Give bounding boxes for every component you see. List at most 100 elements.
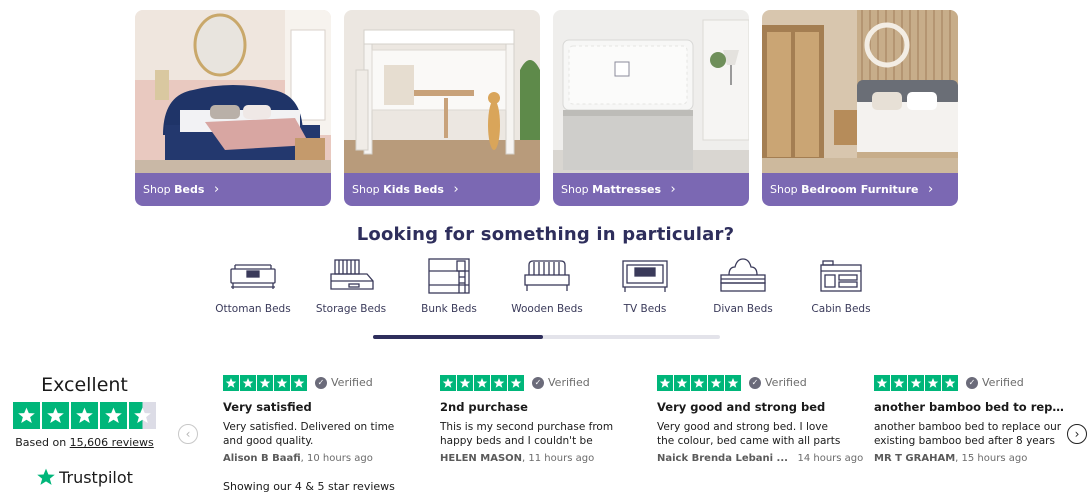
wooden-bed-icon: [524, 260, 570, 291]
star-icon: [474, 374, 490, 391]
based-on-text: Based on 15,606 reviews: [12, 436, 157, 449]
ottoman-bed-icon: [230, 264, 276, 289]
review-author: HELEN MASON: [440, 453, 523, 464]
shop-prefix: Shop: [143, 183, 171, 196]
previous-reviews-button[interactable]: ‹: [178, 424, 198, 444]
star-icon: [942, 374, 958, 391]
trustpilot-brand: Trustpilot: [59, 467, 133, 487]
cabin-bed-icon: [820, 260, 862, 292]
category-name: Kids Beds: [383, 183, 444, 196]
star-icon: [223, 374, 239, 391]
chevron-right-icon: ›: [213, 182, 220, 197]
verified-label: Verified: [982, 376, 1024, 389]
shop-mattresses-link[interactable]: Shop Mattresses ›: [553, 173, 749, 206]
category-cards: Shop Beds › Shop Kids Beds › Shop Mattre…: [135, 10, 958, 206]
showing-reviews-note: Showing our 4 & 5 star reviews: [223, 480, 395, 493]
bed-type-label: TV Beds: [623, 303, 667, 315]
shop-beds-link[interactable]: Shop Beds ›: [135, 173, 331, 206]
chevron-right-icon: ›: [453, 182, 459, 197]
shop-bedroom-furniture-link[interactable]: Shop Bedroom Furniture ›: [762, 173, 958, 206]
star-icon: [100, 402, 127, 429]
category-name: Bedroom Furniture: [801, 183, 919, 196]
bed-type-storage[interactable]: Storage Beds: [302, 257, 400, 327]
star-icon: [508, 374, 524, 391]
verified-badge: ✓ Verified: [966, 376, 1024, 389]
shop-prefix: Shop: [352, 183, 380, 196]
tv-bed-icon: [622, 260, 668, 292]
reviews-count-link[interactable]: 15,606 reviews: [70, 436, 154, 449]
star-icon: [691, 374, 707, 391]
shop-kids-beds-link[interactable]: Shop Kids Beds ›: [344, 173, 540, 206]
verified-label: Verified: [765, 376, 807, 389]
verified-label: Verified: [331, 376, 373, 389]
review-time: 10 hours ago: [307, 453, 373, 464]
star-icon: [42, 402, 69, 429]
star-icon: [674, 374, 690, 391]
half-star-icon: [129, 402, 156, 429]
review-card[interactable]: ✓ Verified Very good and strong bed Very…: [657, 374, 863, 464]
shop-kids-beds-card[interactable]: Shop Kids Beds ›: [344, 10, 540, 206]
carousel-scrollbar[interactable]: [373, 335, 720, 339]
divan-bed-icon: [720, 258, 766, 292]
bed-type-label: Wooden Beds: [511, 303, 583, 315]
storage-bed-icon: [330, 259, 374, 290]
verified-label: Verified: [548, 376, 590, 389]
star-icon: [71, 402, 98, 429]
review-meta: MR T GRAHAM, 15 hours ago: [874, 453, 1028, 464]
review-title: another bamboo bed to repla...: [874, 400, 1064, 414]
star-icon: [925, 374, 941, 391]
bed-type-ottoman[interactable]: Ottoman Beds: [204, 257, 302, 327]
review-stars: [874, 374, 958, 391]
bed-type-divan[interactable]: Divan Beds: [694, 257, 792, 327]
check-icon: ✓: [966, 376, 978, 389]
category-name: Mattresses: [592, 183, 662, 196]
trustpilot-star-icon: [37, 468, 55, 485]
review-meta: Naick Brenda Lebani ... 14 hours ago: [657, 453, 863, 464]
check-icon: ✓: [315, 376, 327, 389]
bed-type-label: Cabin Beds: [811, 303, 871, 315]
bed-type-carousel: Ottoman Beds Storage Beds Bunk Beds Wood…: [204, 257, 890, 327]
trustpilot-logo[interactable]: Trustpilot: [12, 467, 157, 487]
chevron-right-icon: ›: [670, 182, 676, 197]
verified-badge: ✓ Verified: [315, 376, 373, 389]
shop-prefix: Shop: [770, 183, 798, 196]
star-icon: [891, 374, 907, 391]
review-title: Very satisfied: [223, 400, 312, 414]
bed-type-tv[interactable]: TV Beds: [596, 257, 694, 327]
bed-type-bunk[interactable]: Bunk Beds: [400, 257, 498, 327]
bed-type-label: Bunk Beds: [421, 303, 477, 315]
star-icon: [274, 374, 290, 391]
star-icon: [657, 374, 673, 391]
check-icon: ✓: [749, 376, 761, 389]
review-author: MR T GRAHAM: [874, 453, 956, 464]
review-title: Very good and strong bed: [657, 400, 826, 414]
review-card[interactable]: ✓ Verified Very satisfied Very satisfied…: [223, 374, 423, 464]
bed-type-label: Ottoman Beds: [215, 303, 291, 315]
check-icon: ✓: [532, 376, 544, 389]
shop-mattresses-card[interactable]: Shop Mattresses ›: [553, 10, 749, 206]
star-icon: [240, 374, 256, 391]
shop-beds-card[interactable]: Shop Beds ›: [135, 10, 331, 206]
chevron-right-icon: ›: [1074, 427, 1080, 441]
star-icon: [291, 374, 307, 391]
review-body: another bamboo bed to replace our existi…: [874, 421, 1062, 447]
bed-type-label: Storage Beds: [315, 303, 387, 315]
review-meta: Alison B Baafi, 10 hours ago: [223, 453, 373, 464]
review-card[interactable]: ✓ Verified another bamboo bed to repla..…: [874, 374, 1074, 464]
review-time: 15 hours ago: [961, 453, 1028, 464]
shop-prefix: Shop: [561, 183, 589, 196]
bunk-bed-icon: [428, 258, 470, 294]
review-card[interactable]: ✓ Verified 2nd purchase This is my secon…: [440, 374, 640, 464]
review-stars: [657, 374, 741, 391]
review-meta: HELEN MASON, 11 hours ago: [440, 453, 595, 464]
star-icon: [725, 374, 741, 391]
carousel-scrollbar-thumb[interactable]: [373, 335, 544, 339]
bed-type-cabin[interactable]: Cabin Beds: [792, 257, 890, 327]
shop-bedroom-furniture-card[interactable]: Shop Bedroom Furniture ›: [762, 10, 958, 206]
bedroom-furniture-photo: [762, 10, 958, 173]
star-icon: [708, 374, 724, 391]
star-icon: [13, 402, 40, 429]
mattresses-photo: [553, 10, 749, 173]
review-stars: [440, 374, 524, 391]
bed-type-wooden[interactable]: Wooden Beds: [498, 257, 596, 327]
